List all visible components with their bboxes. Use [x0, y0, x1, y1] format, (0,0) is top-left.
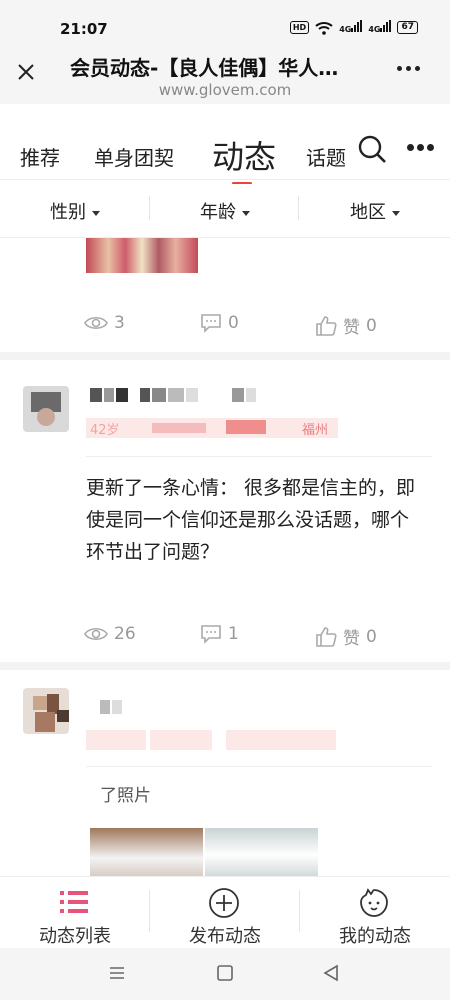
nav-my-posts[interactable]: 我的动态 — [300, 877, 450, 949]
comment-icon — [201, 314, 221, 333]
page-url: www.glovem.com — [158, 81, 292, 99]
likes-stat[interactable]: 赞 0 — [315, 313, 377, 338]
blurred-tag — [150, 730, 212, 750]
divider — [86, 766, 432, 767]
page-title: 会员动态-【良人佳偶】华人… — [70, 56, 339, 80]
more-icon[interactable] — [407, 144, 434, 151]
blurred-tag — [86, 730, 146, 750]
user-tags: 42岁 福州 — [86, 418, 338, 438]
likes-label: 赞 — [343, 318, 360, 338]
back-icon[interactable] — [322, 964, 340, 982]
nav-feed-list[interactable]: 动态列表 — [0, 877, 150, 949]
likes-stat[interactable]: 赞 0 — [315, 624, 377, 649]
blurred-tag — [226, 730, 336, 750]
face-icon — [360, 888, 388, 917]
location-tag: 福州 — [302, 423, 329, 438]
post-content: 了照片 — [100, 786, 151, 806]
thumbs-up-icon — [316, 626, 337, 647]
views-count: 26 — [114, 624, 136, 644]
blurred-tag — [226, 420, 266, 434]
divider — [298, 196, 299, 220]
menu-icon[interactable] — [108, 965, 126, 981]
bottom-navigation: 动态列表 发布动态 我的动态 — [0, 876, 450, 948]
post-stats: 26 1 赞 0 — [0, 624, 450, 654]
likes-count: 0 — [366, 626, 377, 647]
username-blurred — [100, 700, 122, 714]
thumbs-up-icon — [316, 315, 337, 336]
tab-dynamics[interactable]: 动态 — [212, 132, 276, 178]
caret-down-icon — [242, 210, 250, 216]
battery-icon: 67 — [397, 21, 418, 34]
likes-count: 0 — [366, 315, 377, 336]
caret-down-icon — [392, 210, 400, 216]
divider — [149, 890, 150, 932]
tab-topics[interactable]: 话题 — [306, 142, 346, 171]
post-photo[interactable] — [205, 828, 318, 876]
post-content: 更新了一条心情： 很多都是信主的，即使是同一个信仰还是那么没话题，哪个环节出了问… — [86, 477, 416, 563]
post-stats: 3 0 赞 0 — [0, 313, 450, 343]
filter-bar: 性别 年龄 地区 — [0, 184, 450, 238]
tab-recommend[interactable]: 推荐 — [20, 142, 60, 171]
tab-singles-fellowship[interactable]: 单身团契 — [94, 142, 174, 171]
divider — [299, 890, 300, 932]
avatar[interactable] — [23, 688, 69, 734]
username-blurred — [90, 388, 256, 402]
signal-1-icon: 4G — [339, 20, 363, 35]
nav-publish[interactable]: 发布动态 — [150, 877, 300, 949]
filter-gender[interactable]: 性别 — [0, 198, 150, 224]
filter-region[interactable]: 地区 — [300, 198, 450, 224]
caret-down-icon — [92, 210, 100, 216]
home-icon[interactable] — [216, 964, 234, 982]
search-icon[interactable] — [357, 134, 387, 164]
post-photo[interactable] — [90, 828, 203, 876]
likes-label: 赞 — [343, 629, 360, 649]
views-stat: 26 — [84, 624, 136, 644]
views-count: 3 — [114, 313, 125, 333]
signal-2-icon: 4G — [368, 20, 392, 35]
post-separator — [0, 352, 450, 360]
list-icon — [60, 891, 88, 913]
system-navigation-bar — [0, 948, 450, 1000]
status-time: 21:07 — [60, 20, 108, 38]
blurred-tag — [152, 423, 206, 433]
eye-icon — [84, 627, 108, 641]
wifi-icon — [315, 21, 333, 35]
plus-circle-icon — [209, 888, 239, 918]
comments-stat[interactable]: 1 — [200, 624, 239, 644]
views-stat: 3 — [84, 313, 125, 333]
comment-icon — [201, 625, 221, 644]
eye-icon — [84, 316, 108, 330]
comments-count: 1 — [228, 624, 239, 644]
feed[interactable]: 3 0 赞 0 42岁 福州 更新了一条心情： 很多都是信主的，即使是同一个信仰… — [0, 238, 450, 876]
post-photo[interactable] — [86, 238, 198, 273]
filter-age[interactable]: 年龄 — [150, 198, 300, 224]
post-photos[interactable] — [90, 828, 318, 876]
comments-count: 0 — [228, 313, 239, 333]
browser-title-bar: 会员动态-【良人佳偶】华人… www.glovem.com — [0, 42, 450, 104]
divider — [86, 456, 432, 457]
comments-stat[interactable]: 0 — [200, 313, 239, 333]
divider — [149, 196, 150, 220]
avatar[interactable] — [23, 386, 69, 432]
hd-icon: HD — [289, 21, 310, 34]
more-menu-icon[interactable] — [397, 66, 420, 71]
age-tag: 42岁 — [90, 423, 120, 438]
status-icons: HD 4G 4G 67 — [289, 20, 418, 35]
status-bar: 21:07 HD 4G 4G 67 — [0, 0, 450, 42]
category-tabs: 推荐 单身团契 动态 话题 — [0, 104, 450, 180]
post-separator — [0, 662, 450, 670]
